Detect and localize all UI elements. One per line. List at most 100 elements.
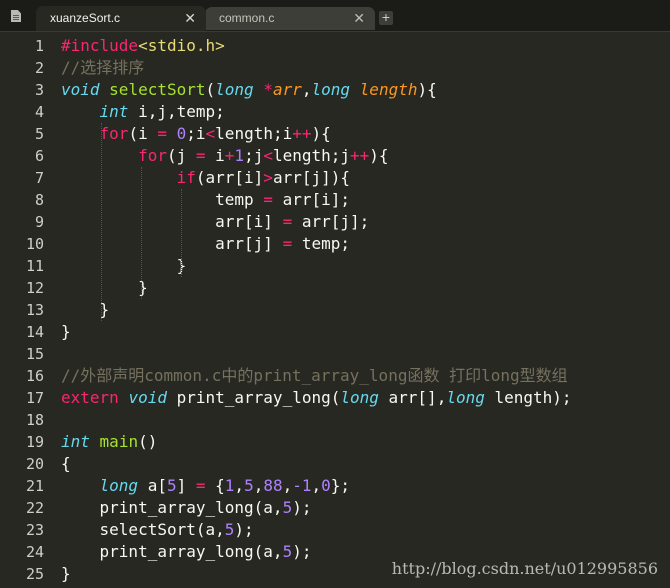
line-number: 1 (34, 37, 44, 55)
line-number: 17 (25, 389, 44, 407)
line-number: 6 (34, 147, 44, 165)
code-token: < (263, 146, 273, 165)
code-token: i (205, 146, 225, 165)
code-token: ;j (244, 146, 264, 165)
code-line: print_array_long(a,5); (61, 497, 312, 519)
code-token: , (301, 80, 312, 99)
code-token: (j (166, 146, 196, 165)
code-token: ); (234, 520, 254, 539)
code-token: 0 (321, 476, 331, 495)
code-token: 1 (224, 476, 235, 495)
code-token: ){ (311, 124, 331, 143)
line-number: 2 (34, 59, 44, 77)
code-line: arr[j] = temp; (61, 233, 350, 255)
code-token: int (61, 432, 90, 451)
code-line: selectSort(a,5); (61, 519, 254, 541)
code-token: long (340, 388, 379, 407)
code-line: void selectSort(long *arr,long length){ (61, 79, 437, 101)
code-line: int i,j,temp; (61, 101, 225, 123)
code-token: { (205, 476, 225, 495)
code-token: extern (61, 388, 119, 407)
indent-guide (101, 123, 102, 321)
close-icon[interactable]: ✕ (184, 8, 196, 28)
line-number: 13 (25, 301, 44, 319)
line-number: 21 (25, 477, 44, 495)
new-tab-button[interactable]: + (379, 10, 393, 25)
tab-label: xuanzeSort.c (50, 11, 121, 25)
code-token: > (263, 168, 273, 187)
close-icon[interactable]: ✕ (353, 8, 365, 28)
code-editor[interactable]: 1 2 3 4 5 6 7 8 9 10 11 12 13 14 15 16 17 18 19 20 21 22 23 24 2… (0, 32, 670, 588)
code-token: ( (205, 80, 216, 99)
tab-common[interactable]: common.c ✕ (205, 7, 375, 30)
code-line: print_array_long(a,5); (61, 541, 312, 563)
tab-xuanzesort[interactable]: xuanzeSort.c ✕ (36, 6, 206, 31)
code-token: (i (128, 124, 158, 143)
code-token: selectSort(a, (61, 520, 225, 539)
code-token: }; (330, 476, 351, 495)
code-token: arr[j]; (292, 212, 370, 231)
line-number: 7 (34, 169, 44, 187)
code-token: 5 (244, 476, 254, 495)
line-number: 23 (25, 521, 44, 539)
code-token: 0 (176, 124, 187, 143)
code-token: main (99, 432, 139, 451)
code-token: print_array_long(a, (61, 542, 283, 561)
code-token: = (195, 476, 206, 495)
code-token: long (99, 476, 139, 495)
code-line: //选择排序 (61, 57, 144, 79)
line-number: 15 (25, 345, 44, 363)
tab-label: common.c (219, 11, 275, 25)
code-line: long a[5] = {1,5,88,-1,0}; (61, 475, 351, 497)
code-token: 5 (282, 542, 293, 561)
code-token: ); (292, 498, 312, 517)
line-number: 20 (25, 455, 44, 473)
line-number: 8 (34, 191, 44, 209)
line-number-gutter: 1 2 3 4 5 6 7 8 9 10 11 12 13 14 15 16 17 18 19 20 21 22 23 24 2… (0, 32, 50, 588)
code-token: for (138, 146, 167, 165)
line-number: 19 (25, 433, 44, 451)
code-line: #include<stdio.h> (61, 35, 225, 57)
line-number: 22 (25, 499, 44, 517)
code-token: ){ (369, 146, 389, 165)
line-number: 14 (25, 323, 44, 341)
code-token: void (61, 80, 100, 99)
line-number: 5 (34, 125, 44, 143)
code-token: //外部声明common.c中的print_array_long函数 打印lon… (61, 366, 568, 385)
code-token: = (157, 124, 167, 143)
code-token: selectSort (109, 80, 206, 99)
code-token: = (282, 234, 293, 253)
code-token: ;i (186, 124, 206, 143)
line-number: 9 (34, 213, 44, 231)
line-number: 11 (25, 257, 44, 275)
code-token: arr[i]; (272, 190, 350, 209)
code-token: ] (176, 476, 196, 495)
code-token: length;i (215, 124, 293, 143)
code-line: int main() (61, 431, 157, 453)
line-number: 25 (25, 565, 44, 583)
line-number: 16 (25, 367, 44, 385)
code-token: } (61, 278, 148, 297)
code-token: + (224, 146, 235, 165)
code-token: arr[], (378, 388, 447, 407)
code-token: < (205, 124, 216, 143)
line-number: 10 (25, 235, 44, 253)
code-token: = (195, 146, 206, 165)
file-icon[interactable] (11, 10, 21, 22)
code-token: temp (61, 190, 264, 209)
indent-guide (181, 189, 182, 277)
code-token: int (99, 102, 129, 121)
code-token: temp; (292, 234, 350, 253)
code-token: long (311, 80, 351, 99)
code-token: ){ (417, 80, 437, 99)
code-line: } (61, 277, 148, 299)
code-line: extern void print_array_long(long arr[],… (61, 387, 572, 409)
code-token: , (253, 476, 264, 495)
code-token: = (282, 212, 293, 231)
code-token: (arr[i] (195, 168, 264, 187)
code-token: = (263, 190, 273, 209)
code-token: -1 (292, 476, 312, 495)
code-token: length (359, 80, 418, 99)
